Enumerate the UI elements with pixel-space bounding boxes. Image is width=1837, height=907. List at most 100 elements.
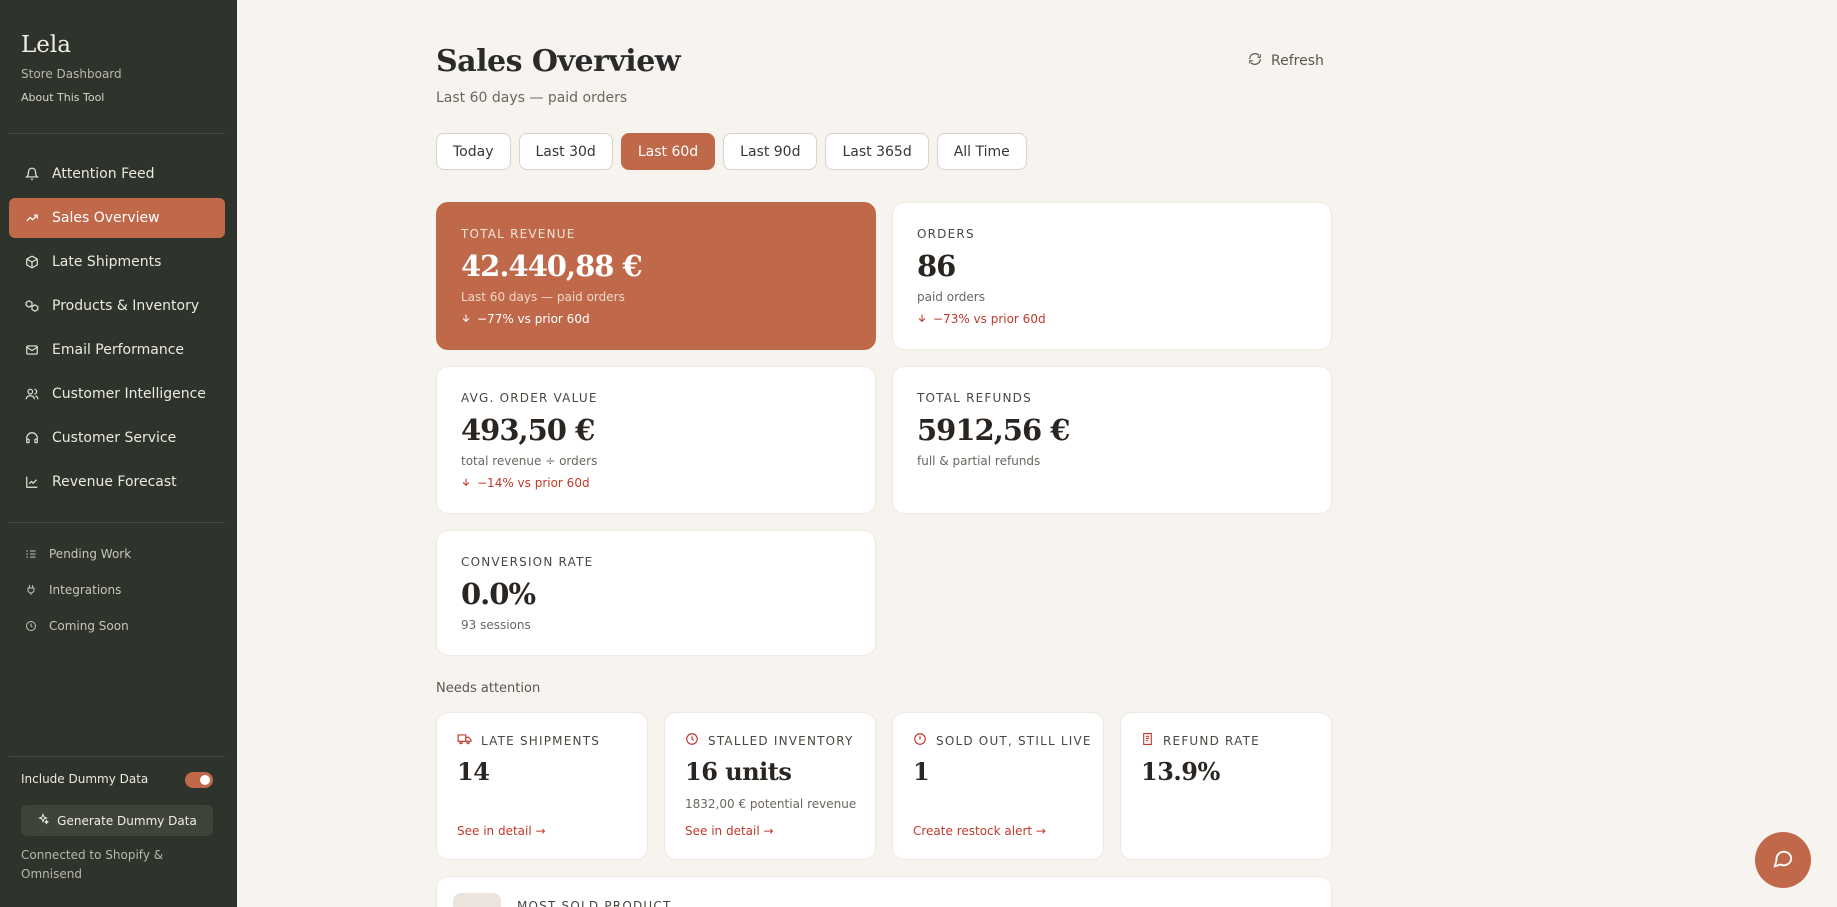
divider	[9, 756, 225, 757]
attention-card-header: REFUND RATE	[1141, 732, 1260, 749]
attention-card-value: 14	[457, 757, 490, 786]
kpi-description: full & partial refunds	[917, 454, 1041, 468]
headset-icon	[25, 431, 39, 445]
nav-item-integrations[interactable]: Integrations	[9, 575, 225, 605]
nav-item-revenue-forecast[interactable]: Revenue Forecast	[9, 462, 225, 502]
nav-item-pending-work[interactable]: Pending Work	[9, 539, 225, 569]
mail-icon	[25, 343, 39, 357]
attention-card-sold-out-still-live: SOLD OUT, STILL LIVE 1 Create restock al…	[892, 712, 1104, 860]
kpi-label: ORDERS	[917, 227, 975, 241]
nav-item-label: Pending Work	[49, 547, 132, 561]
kpi-card-total-revenue: TOTAL REVENUE 42.440,88 € Last 60 days —…	[436, 202, 876, 350]
range-last-30d[interactable]: Last 30d	[518, 133, 613, 170]
bell-icon	[25, 167, 39, 181]
kpi-card-orders: ORDERS 86 paid orders −73% vs prior 60d	[892, 202, 1332, 350]
range-last-365d[interactable]: Last 365d	[825, 133, 929, 170]
kpi-card-conversion-rate: CONVERSION RATE 0.0% 93 sessions	[436, 530, 876, 656]
clock-icon	[25, 620, 37, 632]
generate-button-label: Generate Dummy Data	[57, 813, 197, 828]
nav-item-attention-feed[interactable]: Attention Feed	[9, 154, 225, 194]
attention-card-header: STALLED INVENTORY	[685, 732, 854, 749]
brand-name: Lela	[21, 32, 71, 58]
arrow-down-icon	[461, 476, 471, 490]
nav-item-sales-overview[interactable]: Sales Overview	[9, 198, 225, 238]
nav-item-email-performance[interactable]: Email Performance	[9, 330, 225, 370]
users-icon	[25, 387, 39, 401]
attention-card-late-shipments: LATE SHIPMENTS 14 See in detail →	[436, 712, 648, 860]
nav-item-customer-service[interactable]: Customer Service	[9, 418, 225, 458]
generate-dummy-data-button[interactable]: Generate Dummy Data	[21, 805, 213, 836]
nav-item-products-inventory[interactable]: Products & Inventory	[9, 286, 225, 326]
range-last-90d[interactable]: Last 90d	[723, 133, 818, 170]
refresh-label: Refresh	[1271, 53, 1324, 69]
product-thumbnail	[453, 893, 501, 907]
chat-bubble-icon	[1772, 847, 1794, 873]
dummy-data-label: Include Dummy Data	[21, 772, 149, 786]
kpi-label: AVG. ORDER VALUE	[461, 391, 598, 405]
plug-icon	[25, 584, 37, 596]
arrow-down-icon	[461, 312, 471, 326]
nav-item-late-shipments[interactable]: Late Shipments	[9, 242, 225, 282]
attention-card-value: 13.9%	[1141, 757, 1220, 786]
alert-circle-icon	[913, 732, 927, 749]
list-checks-icon	[25, 548, 37, 560]
see-in-detail-link[interactable]: See in detail →	[685, 824, 774, 838]
page-title: Sales Overview	[436, 44, 681, 79]
kpi-delta: −77% vs prior 60d	[461, 312, 590, 326]
kpi-value: 0.0%	[461, 577, 536, 611]
dummy-data-toggle[interactable]	[185, 772, 213, 788]
range-last-60d[interactable]: Last 60d	[620, 133, 716, 170]
nav-item-label: Late Shipments	[52, 254, 162, 270]
attention-card-value: 16 units	[685, 757, 792, 786]
nav-item-label: Attention Feed	[52, 166, 155, 182]
truck-icon	[457, 732, 472, 749]
package-icon	[25, 255, 39, 269]
divider	[9, 522, 225, 523]
about-link[interactable]: About This Tool	[21, 91, 104, 104]
date-range-selector: Today Last 30d Last 60d Last 90d Last 36…	[436, 133, 1027, 170]
nav-item-label: Revenue Forecast	[52, 474, 177, 490]
range-all-time[interactable]: All Time	[936, 133, 1027, 170]
attention-card-refund-rate: REFUND RATE 13.9%	[1120, 712, 1332, 860]
connection-status: Connected to Shopify & Omnisend	[21, 848, 164, 881]
divider	[9, 133, 225, 134]
attention-card-label: STALLED INVENTORY	[708, 733, 854, 748]
attention-card-label: SOLD OUT, STILL LIVE	[936, 733, 1092, 748]
kpi-value: 42.440,88 €	[461, 249, 643, 283]
kpi-value: 493,50 €	[461, 413, 595, 447]
kpi-delta: −73% vs prior 60d	[917, 312, 1046, 326]
clock-icon	[685, 732, 699, 749]
receipt-icon	[1141, 732, 1154, 749]
kpi-card-avg-order-value: AVG. ORDER VALUE 493,50 € total revenue …	[436, 366, 876, 514]
sidebar: Lela Store Dashboard About This Tool Att…	[0, 0, 237, 907]
trending-up-icon	[25, 211, 39, 225]
create-restock-alert-link[interactable]: Create restock alert →	[913, 824, 1046, 838]
refresh-button[interactable]: Refresh	[1248, 52, 1324, 70]
nav-item-label: Sales Overview	[52, 210, 160, 226]
chat-button[interactable]	[1755, 832, 1811, 888]
kpi-label: TOTAL REFUNDS	[917, 391, 1032, 405]
sparkles-icon	[37, 813, 50, 828]
kpi-delta-text: −73% vs prior 60d	[933, 312, 1046, 326]
see-in-detail-link[interactable]: See in detail →	[457, 824, 546, 838]
nav-item-customer-intelligence[interactable]: Customer Intelligence	[9, 374, 225, 414]
attention-card-stalled-inventory: STALLED INVENTORY 16 units 1832,00 € pot…	[664, 712, 876, 860]
nav-item-label: Products & Inventory	[52, 298, 200, 314]
page-subtitle: Last 60 days — paid orders	[436, 90, 628, 106]
kpi-description: Last 60 days — paid orders	[461, 290, 625, 304]
nav-item-coming-soon[interactable]: Coming Soon	[9, 611, 225, 641]
kpi-value: 5912,56 €	[917, 413, 1070, 447]
attention-card-header: LATE SHIPMENTS	[457, 732, 600, 749]
kpi-delta: −14% vs prior 60d	[461, 476, 590, 490]
kpi-label: CONVERSION RATE	[461, 555, 594, 569]
refresh-icon	[1248, 52, 1262, 70]
nav-item-label: Email Performance	[52, 342, 185, 358]
kpi-delta-text: −14% vs prior 60d	[477, 476, 590, 490]
kpi-card-total-refunds: TOTAL REFUNDS 5912,56 € full & partial r…	[892, 366, 1332, 514]
nav-item-label: Customer Service	[52, 430, 177, 446]
brand-subtitle: Store Dashboard	[21, 67, 122, 81]
nav-item-label: Integrations	[49, 583, 122, 597]
range-today[interactable]: Today	[436, 133, 511, 170]
boxes-icon	[25, 299, 39, 313]
nav-item-label: Coming Soon	[49, 619, 129, 633]
